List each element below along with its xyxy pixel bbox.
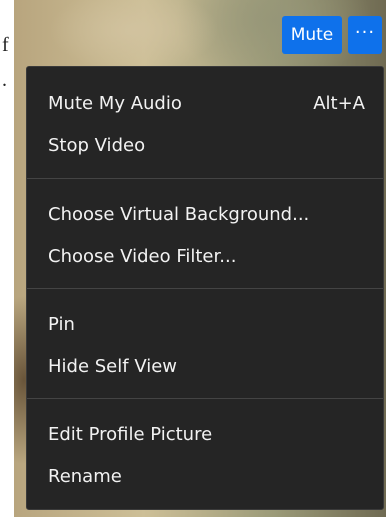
menu-item-label: Rename <box>48 465 122 487</box>
menu-item-edit-profile-picture[interactable]: Edit Profile Picture <box>27 414 383 454</box>
menu-item-label: Edit Profile Picture <box>48 423 213 445</box>
menu-item-label: Stop Video <box>48 134 146 156</box>
more-options-button[interactable]: ··· <box>348 16 382 54</box>
menu-item-pin[interactable]: Pin <box>27 304 383 344</box>
menu-item-label: Hide Self View <box>48 355 178 377</box>
menu-item-label: Choose Virtual Background... <box>48 203 310 225</box>
mute-button-label: Mute <box>290 25 334 45</box>
background-page-strip: f . <box>0 0 14 517</box>
menu-item-label: Mute My Audio <box>48 92 182 114</box>
screen: f . Mute ··· Mute My Audio Alt+A Stop Vi… <box>0 0 386 517</box>
menu-item-label: Choose Video Filter... <box>48 245 237 267</box>
menu-item-mute-my-audio[interactable]: Mute My Audio Alt+A <box>27 83 383 123</box>
menu-item-hide-self-view[interactable]: Hide Self View <box>27 346 383 386</box>
menu-divider <box>27 398 383 399</box>
more-options-icon: ··· <box>354 22 376 43</box>
page-text-fragment: . <box>2 69 7 91</box>
menu-item-choose-video-filter[interactable]: Choose Video Filter... <box>27 236 383 276</box>
menu-divider <box>27 178 383 179</box>
page-text-fragment: f <box>2 34 9 56</box>
menu-item-choose-virtual-background[interactable]: Choose Virtual Background... <box>27 194 383 234</box>
menu-item-label: Pin <box>48 313 75 335</box>
menu-item-shortcut: Alt+A <box>313 92 365 114</box>
video-context-menu: Mute My Audio Alt+A Stop Video Choose Vi… <box>26 66 384 510</box>
mute-button[interactable]: Mute <box>282 16 342 54</box>
menu-divider <box>27 288 383 289</box>
menu-item-stop-video[interactable]: Stop Video <box>27 125 383 165</box>
menu-item-rename[interactable]: Rename <box>27 456 383 496</box>
